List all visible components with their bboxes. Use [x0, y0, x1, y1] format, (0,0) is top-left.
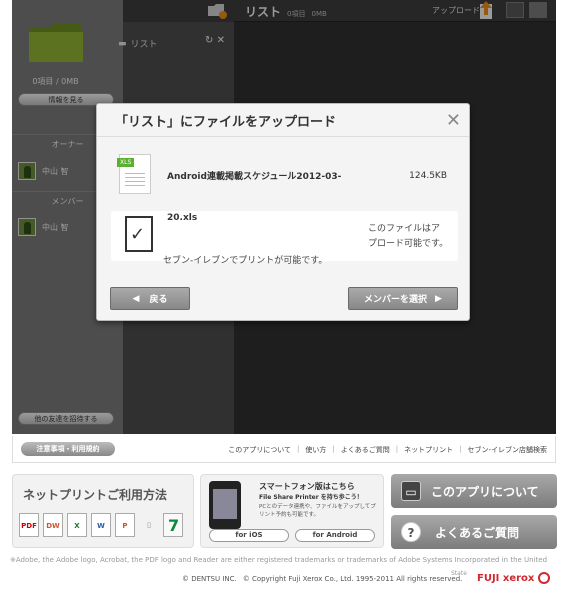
file-name-tail: 20.xls [167, 213, 198, 223]
smartphone-banner: スマートフォン版はこちら File Share Printer を持ち歩こう！ … [200, 474, 384, 548]
file-row: XLS Android連載掲載スケジュール2012-03- 124.5KB [111, 149, 455, 209]
select-member-button[interactable]: メンバーを選択 ▶ [348, 287, 458, 310]
netprint-title: ネットプリントご利用方法 [23, 488, 168, 502]
link-about[interactable]: このアプリについて [228, 445, 291, 455]
xerox-mark-icon [538, 572, 551, 584]
print-status-box: 20.xls このファイルはア プロード可能です。 セブン-イレブンでプリントが… [111, 211, 458, 266]
upload-dialog: 「リスト」にファイルをアップロード ✕ XLS Android連載掲載スケジュー… [96, 103, 470, 321]
folder-icon: ▭ [401, 481, 421, 501]
link-netprint[interactable]: ネットプリント [404, 445, 453, 455]
ios-button[interactable]: for iOS [209, 529, 289, 542]
seven-eleven-icon [163, 513, 183, 537]
xls-badge: XLS [117, 158, 135, 167]
printable-message: セブン-イレブンでプリントが可能です。 [163, 256, 328, 266]
printable-check-icon [125, 216, 153, 252]
separator: | [395, 445, 399, 453]
state-text: State [451, 570, 467, 577]
supported-formats: PDF DW X W P ▯ [19, 513, 183, 537]
separator: | [459, 445, 462, 453]
upload-ok-message: このファイルはア プロード可能です。 [368, 224, 449, 249]
about-app-button[interactable]: ▭ このアプリについて [391, 474, 557, 508]
phone-icon: ▯ [147, 521, 151, 529]
copyright: © DENTSU INC. © Copyright Fuji Xerox Co.… [182, 575, 463, 583]
spreadsheet-file-icon: XLS [117, 154, 151, 194]
dialog-title: 「リスト」にファイルをアップロード [97, 104, 469, 137]
excel-icon: X [67, 513, 87, 537]
powerpoint-icon: P [115, 513, 135, 537]
footer-nav: 注意事項・利用規約 このアプリについて | 使い方 | よくあるご質問 | ネッ… [12, 436, 556, 463]
fuji-xerox-logo: FUJI xerox [477, 572, 551, 584]
terms-button[interactable]: 注意事項・利用規約 [21, 442, 115, 456]
question-icon: ? [401, 522, 421, 542]
smartphone-title: スマートフォン版はこちら [259, 482, 355, 491]
netprint-banner[interactable]: ネットプリントご利用方法 PDF DW X W P ▯ [12, 474, 194, 548]
faq-button[interactable]: ? よくあるご質問 [391, 515, 557, 549]
file-size: 124.5KB [409, 171, 447, 181]
link-faq[interactable]: よくあるご質問 [341, 445, 390, 455]
separator: | [297, 445, 300, 453]
word-icon: W [91, 513, 111, 537]
back-button[interactable]: ◀ 戻る [110, 287, 190, 310]
link-store-search[interactable]: セブン-イレブン店舗検索 [467, 445, 547, 455]
pdf-icon: PDF [19, 513, 39, 537]
close-icon[interactable]: ✕ [446, 110, 461, 131]
disclaimer: ※Adobe, the Adobe logo, Acrobat, the PDF… [10, 556, 548, 564]
footer-links: このアプリについて | 使い方 | よくあるご質問 | ネットプリント | セブ… [228, 445, 547, 455]
android-button[interactable]: for Android [295, 529, 375, 542]
file-name: Android連載掲載スケジュール2012-03- [167, 172, 342, 182]
separator: | [332, 445, 335, 453]
link-howto[interactable]: 使い方 [305, 445, 326, 455]
arrow-right-icon: ▶ [435, 293, 442, 304]
smartphone-desc: PCとのデータ連携や、ファイルをアップしてプリント予約も可能です。 [259, 504, 376, 518]
smartphone-icon [209, 481, 241, 529]
arrow-left-icon: ◀ [132, 293, 140, 304]
smartphone-subtitle: File Share Printer を持ち歩こう！ [259, 494, 363, 501]
docuworks-icon: DW [43, 513, 63, 537]
